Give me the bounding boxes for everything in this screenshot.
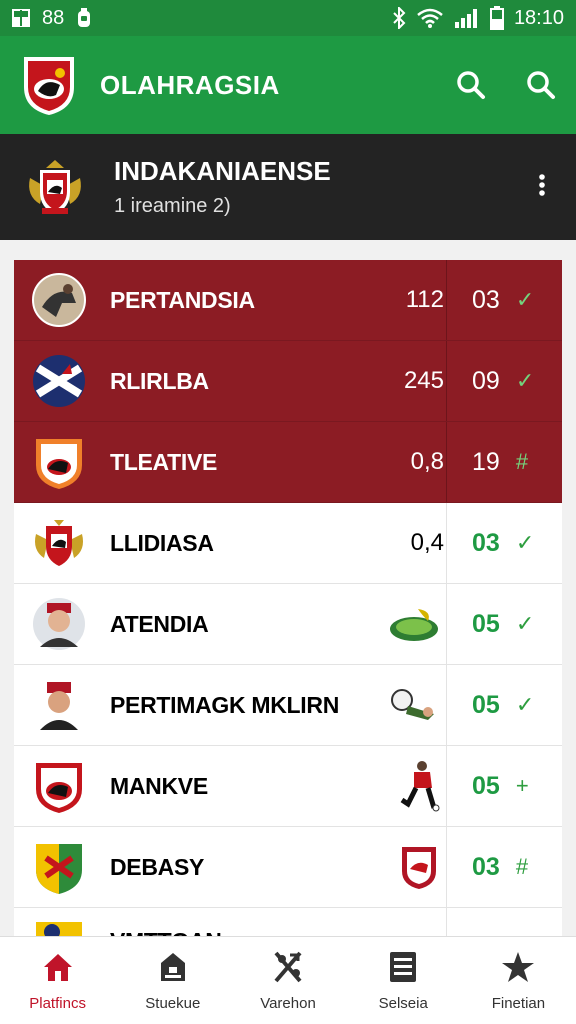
player-icon bbox=[400, 761, 440, 812]
status-left-text: 88 bbox=[42, 6, 65, 29]
nav-item-list[interactable]: Selseia bbox=[346, 937, 461, 1024]
player-photo-icon bbox=[32, 273, 86, 327]
stadium-icon bbox=[390, 609, 438, 641]
club-badge-icon bbox=[36, 763, 82, 813]
team-score: 03 bbox=[472, 285, 500, 314]
club-crest-icon bbox=[35, 520, 83, 566]
team-name: TLEATIVE bbox=[110, 448, 218, 475]
search-icon[interactable] bbox=[526, 70, 556, 100]
team-name: ATENDIA bbox=[110, 610, 209, 637]
table-row[interactable]: RLIRLBA 245 09 ✓ bbox=[14, 341, 562, 422]
check-icon: ✓ bbox=[515, 530, 535, 555]
club-badge-icon bbox=[36, 439, 82, 489]
table-row[interactable]: PERTANDSIA 112 03 ✓ bbox=[14, 260, 562, 341]
team-name: PERTIMAGK MKLIRN bbox=[110, 691, 340, 718]
player-avatar-icon bbox=[33, 598, 85, 650]
nav-label: Finetian bbox=[491, 995, 546, 1012]
table-row[interactable]: PERTIMAGK MKLIRN 05 ✓ bbox=[14, 665, 562, 746]
list-icon bbox=[390, 952, 417, 982]
nav-label: Varehon bbox=[260, 995, 316, 1012]
team-value: 245 bbox=[403, 367, 444, 394]
check-icon: ✓ bbox=[515, 692, 535, 717]
notification-icon bbox=[78, 8, 91, 27]
team-name: RLIRLBA bbox=[110, 367, 209, 394]
app-notification-icon bbox=[12, 9, 30, 27]
search-icon[interactable] bbox=[456, 70, 486, 100]
wifi-icon bbox=[417, 8, 443, 28]
table-row[interactable]: MANKVE 05 + bbox=[14, 746, 562, 827]
more-options-icon[interactable] bbox=[532, 172, 552, 203]
team-value: 0,4 bbox=[410, 529, 444, 556]
tactics-icon bbox=[274, 951, 302, 983]
table-row[interactable]: VMTTGAN bbox=[14, 908, 562, 938]
hash-icon: # bbox=[515, 449, 529, 474]
team-name: DEBASY bbox=[110, 853, 205, 880]
status-bar: 88 18:10 bbox=[0, 0, 576, 36]
nav-label: Selseia bbox=[378, 995, 428, 1012]
home-icon bbox=[43, 954, 72, 981]
nav-label: Stuekue bbox=[145, 995, 201, 1012]
jersey-icon bbox=[402, 847, 436, 889]
team-score: 05 bbox=[472, 609, 500, 638]
team-score: 03 bbox=[472, 852, 500, 881]
standings-table: PERTANDSIA 112 03 ✓ RLIRLBA 245 09 ✓ TLEAT… bbox=[14, 260, 562, 938]
bluetooth-icon bbox=[393, 7, 406, 29]
team-name: LLIDIASA bbox=[110, 529, 214, 556]
team-score: 03 bbox=[472, 528, 500, 557]
club-crest-icon bbox=[36, 844, 82, 894]
team-score: 19 bbox=[472, 447, 500, 476]
nav-item-favorites[interactable]: Finetian bbox=[461, 937, 576, 1024]
battery-icon bbox=[489, 6, 504, 30]
check-icon: ✓ bbox=[515, 287, 535, 312]
team-name: MANKVE bbox=[110, 772, 208, 799]
league-crest-icon bbox=[29, 160, 81, 214]
team-name: PERTANDSIA bbox=[110, 286, 255, 313]
plus-icon: + bbox=[515, 773, 529, 798]
table-row[interactable]: TLEATIVE 0,8 19 # bbox=[14, 422, 562, 503]
status-time: 18:10 bbox=[513, 6, 564, 29]
league-header: INDAKANIAENSE 1 ireamine 2) bbox=[0, 134, 576, 240]
team-score: 05 bbox=[472, 690, 500, 719]
team-score: 09 bbox=[472, 366, 500, 395]
nav-label: Platfincs bbox=[29, 995, 86, 1012]
shop-icon bbox=[160, 953, 185, 981]
hash-icon: # bbox=[515, 854, 529, 879]
goalkeeper-icon bbox=[391, 689, 434, 720]
check-icon: ✓ bbox=[515, 368, 535, 393]
club-crest-icon bbox=[36, 922, 82, 937]
team-score: 05 bbox=[472, 771, 500, 800]
nav-item-home[interactable]: Platfincs bbox=[0, 937, 115, 1024]
check-icon: ✓ bbox=[515, 611, 535, 636]
nav-item-tactics[interactable]: Varehon bbox=[230, 937, 345, 1024]
flag-badge-icon bbox=[33, 355, 85, 407]
app-title: OLAHRAGSIA bbox=[100, 69, 280, 100]
table-row[interactable]: LLIDIASA 0,4 03 ✓ bbox=[14, 503, 562, 584]
bottom-navigation: Platfincs Stuekue Varehon Selseia Fineti… bbox=[0, 936, 576, 1024]
table-row[interactable]: ATENDIA 05 ✓ bbox=[14, 584, 562, 665]
app-bar: OLAHRAGSIA bbox=[0, 36, 576, 134]
league-subtitle: 1 ireamine 2) bbox=[114, 195, 231, 217]
team-value: 0,8 bbox=[410, 448, 444, 475]
club-logo-icon[interactable] bbox=[20, 53, 78, 117]
player-avatar-icon bbox=[33, 679, 85, 731]
star-icon bbox=[502, 952, 535, 982]
table-row[interactable]: DEBASY 03 # bbox=[14, 827, 562, 908]
nav-item-shop[interactable]: Stuekue bbox=[115, 937, 230, 1024]
team-value: 112 bbox=[405, 286, 444, 313]
league-name: INDAKANIAENSE bbox=[114, 156, 331, 186]
signal-icon bbox=[454, 9, 477, 28]
